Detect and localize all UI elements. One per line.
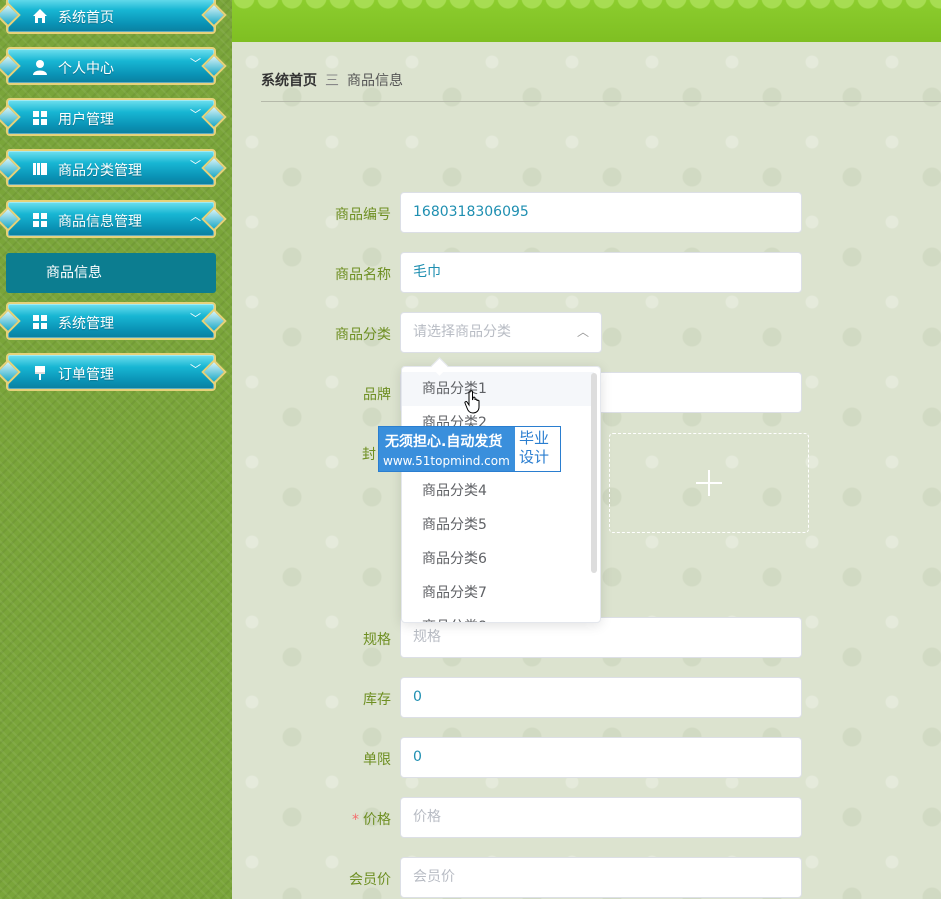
price-field[interactable]: 价格 — [400, 797, 802, 838]
limit-field[interactable]: 0 — [400, 737, 802, 778]
menu-item-category[interactable]: 商品分类管理 ﹀ — [0, 149, 227, 187]
menu-item-home[interactable]: 系统首页 — [0, 0, 227, 34]
chevron-down-icon: ﹀ — [190, 159, 201, 172]
name-label: 商品名称 — [335, 267, 391, 283]
chevron-down-icon: ﹀ — [190, 57, 201, 70]
limit-label: 单限 — [363, 752, 391, 768]
chevron-down-icon: ﹀ — [190, 312, 201, 325]
menu-label: 系统管理 — [58, 316, 114, 332]
plus-icon — [696, 470, 722, 496]
menu-item-users[interactable]: 用户管理 ﹀ — [0, 98, 227, 136]
menu-label: 商品分类管理 — [58, 163, 142, 179]
chevron-up-icon: ︿ — [190, 210, 201, 223]
category-option[interactable]: 商品分类5 — [402, 508, 594, 542]
brand-label: 品牌 — [363, 387, 391, 403]
vip-price-field[interactable]: 会员价 — [400, 857, 802, 898]
category-option[interactable]: 商品分类7 — [402, 576, 594, 610]
menu-label: 系统首页 — [58, 10, 114, 26]
breadcrumb: 系统首页三商品信息 — [261, 70, 403, 90]
required-mark: * — [352, 812, 359, 828]
watermark: 无须担心.自动发货 www.51topmind.com 毕业设计 — [378, 426, 561, 472]
book-icon — [32, 161, 48, 177]
stock-field[interactable]: 0 — [400, 677, 802, 718]
price-label: * 价格 — [352, 812, 391, 828]
chevron-up-icon: ︿ — [576, 325, 589, 339]
watermark-text: 无须担心.自动发货 — [385, 434, 503, 450]
stock-label: 库存 — [363, 692, 391, 708]
watermark-url: www.51topmind.com — [383, 454, 510, 468]
breadcrumb-separator: 三 — [325, 73, 339, 89]
menu-item-system[interactable]: 系统管理 ﹀ — [0, 302, 227, 340]
cover-upload[interactable] — [609, 433, 809, 533]
header-band — [232, 0, 941, 42]
code-label: 商品编号 — [335, 207, 391, 223]
cover-label: 封 — [362, 447, 376, 463]
grid-icon — [32, 212, 48, 228]
spec-field[interactable]: 规格 — [400, 617, 802, 658]
category-dropdown: 商品分类1 商品分类2 商品分类3 商品分类4 商品分类5 商品分类6 商品分类… — [401, 366, 601, 623]
grid-icon — [32, 314, 48, 330]
hand-cursor-icon — [464, 390, 480, 414]
user-icon — [32, 59, 48, 75]
sidebar: 系统首页 个人中心 ﹀ 用户管理 ﹀ 商品分类管理 ﹀ 商品信息管理 ︿ 商品信… — [0, 0, 232, 899]
menu-item-product[interactable]: 商品信息管理 ︿ — [0, 200, 227, 238]
menu-label: 用户管理 — [58, 112, 114, 128]
dropdown-scrollbar[interactable] — [591, 373, 597, 573]
code-field[interactable]: 1680318306095 — [400, 192, 802, 233]
divider — [261, 101, 941, 102]
menu-label: 商品信息管理 — [58, 214, 142, 230]
menu-label: 个人中心 — [58, 61, 114, 77]
home-icon — [32, 8, 48, 24]
menu-item-profile[interactable]: 个人中心 ﹀ — [0, 47, 227, 85]
submenu-item-product-info[interactable]: 商品信息 — [6, 253, 216, 293]
chevron-down-icon: ﹀ — [190, 363, 201, 376]
category-option[interactable]: 商品分类6 — [402, 542, 594, 576]
brush-icon — [32, 365, 48, 381]
chevron-down-icon: ﹀ — [190, 108, 201, 121]
vip-price-label: 会员价 — [349, 872, 391, 888]
watermark-badge: 毕业设计 — [519, 429, 550, 466]
category-option[interactable]: 商品分类8 — [402, 610, 594, 622]
breadcrumb-current: 商品信息 — [347, 73, 403, 89]
category-label: 商品分类 — [335, 327, 391, 343]
menu-item-orders[interactable]: 订单管理 ﹀ — [0, 353, 227, 391]
breadcrumb-home[interactable]: 系统首页 — [261, 73, 317, 89]
category-option[interactable]: 商品分类1 — [402, 372, 594, 406]
name-field[interactable]: 毛巾 — [400, 252, 802, 293]
spec-label: 规格 — [363, 632, 391, 648]
grid-icon — [32, 110, 48, 126]
category-option[interactable]: 商品分类4 — [402, 474, 594, 508]
menu-label: 订单管理 — [58, 367, 114, 383]
category-placeholder: 请选择商品分类 — [413, 324, 511, 340]
category-select[interactable]: 请选择商品分类 ︿ — [400, 312, 602, 353]
